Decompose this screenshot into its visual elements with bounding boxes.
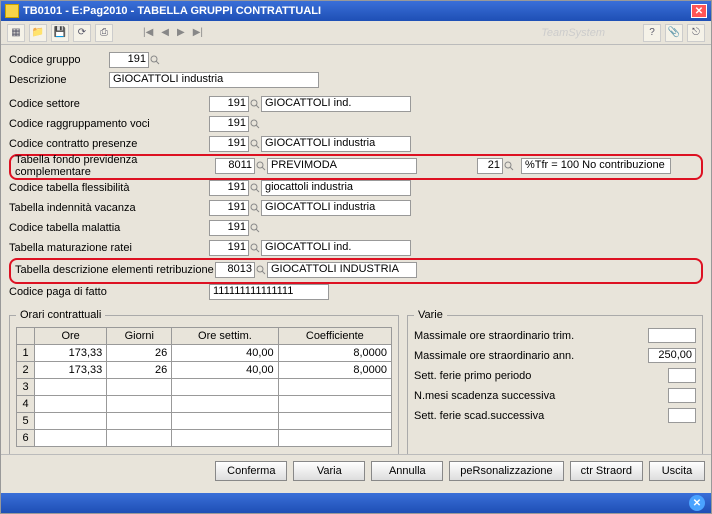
tool-help[interactable]: ? <box>643 24 661 42</box>
label-varie-3: N.mesi scadenza successiva <box>414 390 668 402</box>
table-row: 4 <box>17 396 392 413</box>
input-tfr-code[interactable]: 21 <box>477 158 503 174</box>
lookup-icon[interactable] <box>255 158 267 174</box>
input-varie-3[interactable] <box>668 388 696 403</box>
table-row: 5 <box>17 413 392 430</box>
legend-varie: Varie <box>414 309 447 321</box>
lookup-icon[interactable] <box>255 262 267 278</box>
table-row: 1173,332640,008,0000 <box>17 345 392 362</box>
tool-attach[interactable]: 📎 <box>665 24 683 42</box>
nav-first[interactable]: |◀ <box>141 27 155 38</box>
table-orari[interactable]: Ore Giorni Ore settim. Coefficiente 1173… <box>16 327 392 447</box>
input-vacanza-desc: GIOCATTOLI industria <box>261 200 411 216</box>
titlebar: TB0101 - E:Pag2010 - TABELLA GRUPPI CONT… <box>1 1 711 21</box>
varia-button[interactable]: Varia <box>293 461 365 481</box>
tool-save[interactable]: 💾 <box>51 24 69 42</box>
legend-orari: Orari contrattuali <box>16 309 105 321</box>
annulla-button[interactable]: Annulla <box>371 461 443 481</box>
input-varie-4[interactable] <box>668 408 696 423</box>
input-presenze-code[interactable]: 191 <box>209 136 249 152</box>
input-fondo-code[interactable]: 8011 <box>215 158 255 174</box>
input-varie-2[interactable] <box>668 368 696 383</box>
lookup-icon[interactable] <box>149 52 161 68</box>
table-row: 2173,332640,008,0000 <box>17 362 392 379</box>
brand: TeamSystem <box>541 27 605 39</box>
col-giorni: Giorni <box>107 328 172 345</box>
lookup-icon[interactable] <box>249 200 261 216</box>
label-settore: Codice settore <box>9 98 209 110</box>
label-fondo: Tabella fondo previdenza complementare <box>15 154 215 178</box>
app-icon <box>5 4 19 18</box>
input-codice-gruppo[interactable]: 191 <box>109 52 149 68</box>
label-varie-4: Sett. ferie scad.successiva <box>414 410 668 422</box>
statusbar: ✕ <box>1 493 711 513</box>
lookup-icon[interactable] <box>249 116 261 132</box>
table-row: 6 <box>17 430 392 447</box>
ctrstraord-button[interactable]: ctr Straord <box>570 461 643 481</box>
input-settore-desc: GIOCATTOLI ind. <box>261 96 411 112</box>
input-ratei-desc: GIOCATTOLI ind. <box>261 240 411 256</box>
input-ratei-code[interactable]: 191 <box>209 240 249 256</box>
lookup-icon[interactable] <box>249 220 261 236</box>
table-row: 3 <box>17 379 392 396</box>
lookup-icon[interactable] <box>249 96 261 112</box>
label-varie-0: Massimale ore straordinario trim. <box>414 330 648 342</box>
tool-open[interactable]: 📁 <box>29 24 47 42</box>
highlight-retrib: Tabella descrizione elementi retribuzion… <box>9 258 703 284</box>
label-flessibilita: Codice tabella flessibilità <box>9 182 209 194</box>
close-button[interactable]: ✕ <box>691 4 707 18</box>
label-paga: Codice paga di fatto <box>9 286 209 298</box>
tool-exit[interactable]: ⎋ <box>687 24 705 42</box>
lookup-icon[interactable] <box>249 136 261 152</box>
input-tfr-desc: %Tfr = 100 No contribuzione <box>521 158 671 174</box>
input-retrib-desc: GIOCATTOLI INDUSTRIA <box>267 262 417 278</box>
label-codice-gruppo: Codice gruppo <box>9 54 109 66</box>
tool-print[interactable]: ⎙ <box>95 24 113 42</box>
nav-prev[interactable]: ◀ <box>159 27 171 38</box>
input-varie-0[interactable] <box>648 328 696 343</box>
input-settore-code[interactable]: 191 <box>209 96 249 112</box>
col-ore: Ore <box>35 328 107 345</box>
input-flessibilita-code[interactable]: 191 <box>209 180 249 196</box>
input-flessibilita-desc: giocattoli industria <box>261 180 411 196</box>
label-retrib: Tabella descrizione elementi retribuzion… <box>15 264 215 276</box>
col-coeff: Coefficiente <box>278 328 391 345</box>
label-ratei: Tabella maturazione ratei <box>9 242 209 254</box>
uscita-button[interactable]: Uscita <box>649 461 705 481</box>
input-fondo-desc: PREVIMODA <box>267 158 417 174</box>
status-close-icon[interactable]: ✕ <box>689 495 705 511</box>
lookup-icon[interactable] <box>249 240 261 256</box>
input-presenze-desc: GIOCATTOLI industria <box>261 136 411 152</box>
label-raggr: Codice raggruppamento voci <box>9 118 209 130</box>
toolbar: ▦ 📁 💾 ⟳ ⎙ |◀ ◀ ▶ ▶| TeamSystem ? 📎 ⎋ <box>1 21 711 45</box>
label-varie-2: Sett. ferie primo periodo <box>414 370 668 382</box>
lookup-icon[interactable] <box>503 158 515 174</box>
button-bar: Conferma Varia Annulla peRsonalizzazione… <box>1 454 711 487</box>
tool-new[interactable]: ▦ <box>7 24 25 42</box>
input-descrizione[interactable]: GIOCATTOLI industria <box>109 72 319 88</box>
nav-next[interactable]: ▶ <box>175 27 187 38</box>
label-malattia: Codice tabella malattia <box>9 222 209 234</box>
conferma-button[interactable]: Conferma <box>215 461 287 481</box>
input-raggr-code[interactable]: 191 <box>209 116 249 132</box>
label-descrizione: Descrizione <box>9 74 109 86</box>
window-title: TB0101 - E:Pag2010 - TABELLA GRUPPI CONT… <box>23 5 321 17</box>
input-malattia-code[interactable]: 191 <box>209 220 249 236</box>
input-vacanza-code[interactable]: 191 <box>209 200 249 216</box>
col-settim: Ore settim. <box>172 328 278 345</box>
tool-refresh[interactable]: ⟳ <box>73 24 91 42</box>
label-varie-1: Massimale ore straordinario ann. <box>414 350 648 362</box>
input-retrib-code[interactable]: 8013 <box>215 262 255 278</box>
lookup-icon[interactable] <box>249 180 261 196</box>
nav-last[interactable]: ▶| <box>191 27 205 38</box>
col-rownum <box>17 328 35 345</box>
personalizzazione-button[interactable]: peRsonalizzazione <box>449 461 563 481</box>
input-paga-desc[interactable]: 111111111111111 <box>209 284 329 300</box>
label-vacanza: Tabella indennità vacanza <box>9 202 209 214</box>
label-presenze: Codice contratto presenze <box>9 138 209 150</box>
input-varie-1[interactable]: 250,00 <box>648 348 696 363</box>
highlight-fondo: Tabella fondo previdenza complementare 8… <box>9 154 703 180</box>
